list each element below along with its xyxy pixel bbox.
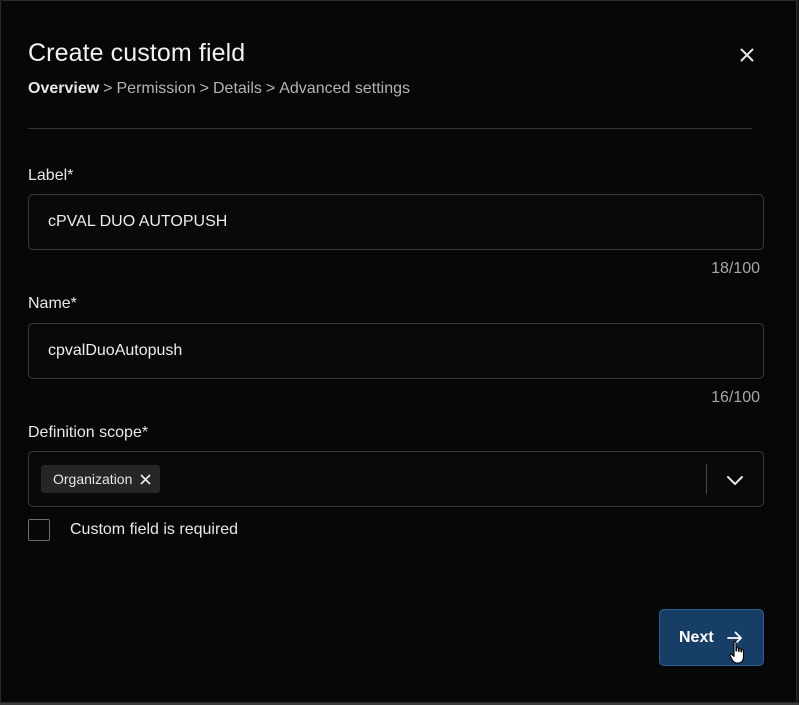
next-button-label: Next — [679, 629, 714, 646]
label-char-counter: 18/100 — [711, 260, 760, 277]
scope-dropdown-toggle[interactable] — [721, 468, 749, 492]
chevron-down-icon — [727, 475, 743, 485]
close-button[interactable] — [733, 41, 761, 69]
create-custom-field-dialog: Create custom field Overview > Permission >… — [0, 0, 797, 703]
breadcrumb-separator: > — [265, 80, 276, 97]
close-icon — [740, 48, 754, 62]
required-checkbox-label[interactable]: Custom field is required — [70, 521, 238, 539]
definition-scope-label: Definition scope* — [28, 424, 149, 441]
remove-scope-chip-button[interactable] — [140, 473, 152, 485]
breadcrumb-separator: > — [199, 80, 209, 97]
close-icon — [140, 474, 151, 484]
breadcrumb-item-overview[interactable]: Overview — [28, 80, 99, 97]
breadcrumb-item-advanced-settings[interactable]: Advanced settings — [279, 80, 410, 97]
label-input[interactable] — [28, 194, 764, 250]
breadcrumb-item-details[interactable]: Details — [213, 80, 262, 97]
name-input[interactable] — [28, 323, 764, 379]
breadcrumb-separator: > — [103, 80, 113, 97]
name-field-label: Name* — [28, 295, 77, 312]
definition-scope-select[interactable]: Organization — [28, 451, 764, 507]
scope-chip-label: Organization — [53, 471, 133, 487]
arrow-right-icon — [727, 631, 742, 645]
breadcrumb-item-permission[interactable]: Permission — [117, 80, 196, 97]
header-divider — [28, 128, 752, 129]
required-checkbox[interactable] — [28, 519, 50, 541]
label-field-label: Label* — [28, 167, 74, 184]
select-divider — [706, 464, 707, 494]
next-button[interactable]: Next — [659, 609, 764, 666]
dialog-title: Create custom field — [28, 39, 246, 67]
name-char-counter: 16/100 — [711, 389, 760, 406]
breadcrumb: Overview > Permission > Details > Advanced set… — [28, 80, 410, 98]
scope-chip-organization: Organization — [41, 465, 161, 493]
